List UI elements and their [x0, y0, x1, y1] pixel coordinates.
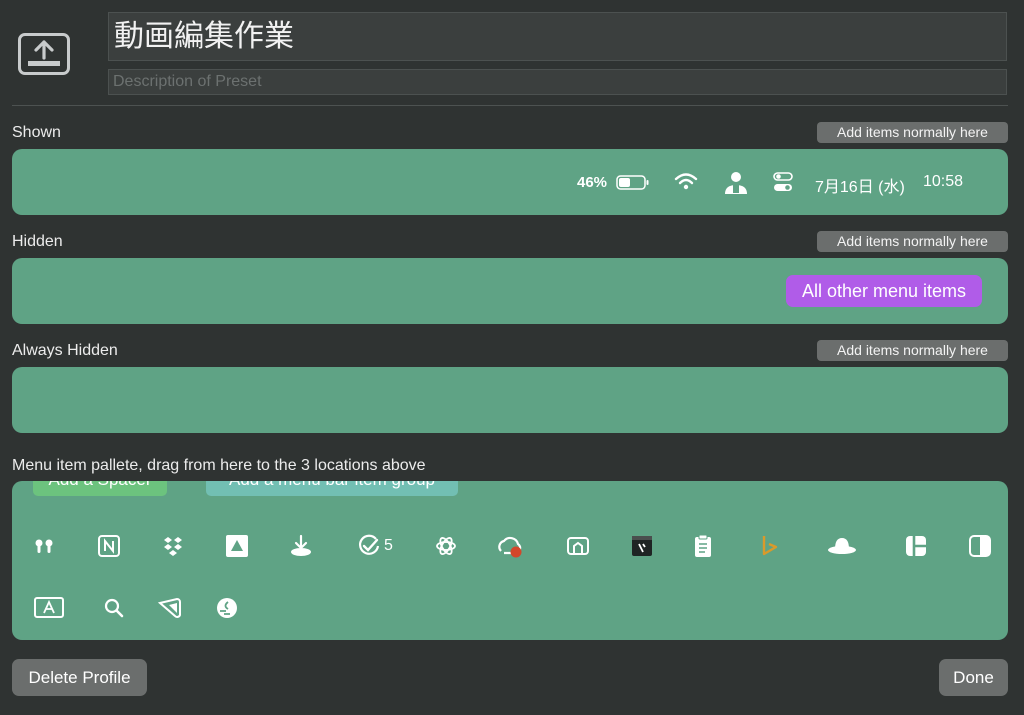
notion-icon[interactable] — [96, 533, 122, 559]
wifi-icon[interactable] — [674, 171, 698, 191]
upload-tray-icon[interactable] — [18, 33, 70, 75]
shown-add-items-button[interactable]: Add items normally here — [817, 122, 1008, 143]
date-label: 7月16日 (水) — [815, 179, 905, 196]
add-group-button[interactable]: Add a menu bar item group — [206, 481, 458, 496]
hat-icon[interactable] — [826, 531, 858, 561]
header-divider — [12, 105, 1008, 106]
hidden-add-items-button[interactable]: Add items normally here — [817, 231, 1008, 252]
profile-description-field[interactable]: Description of Preset — [108, 69, 1007, 95]
wedge-icon[interactable] — [157, 595, 183, 621]
half-panel-icon[interactable] — [967, 533, 993, 559]
spotlight-search-icon[interactable] — [101, 595, 127, 621]
profile-title-field[interactable]: 動画編集作業 — [108, 12, 1007, 61]
always-hidden-add-items-button[interactable]: Add items normally here — [817, 340, 1008, 361]
creative-cloud-icon[interactable] — [496, 533, 522, 559]
add-spacer-button[interactable]: Add a Spacer — [33, 481, 167, 496]
always-hidden-drop-zone[interactable] — [12, 367, 1008, 433]
google-drive-icon[interactable] — [224, 533, 250, 559]
input-source-icon[interactable] — [33, 595, 65, 621]
chatgpt-icon[interactable] — [433, 533, 459, 559]
battery-icon[interactable] — [616, 174, 650, 191]
airpods-icon[interactable] — [31, 533, 57, 559]
reminder-count: 5 — [384, 537, 393, 554]
checkmark-count-icon[interactable] — [356, 533, 382, 559]
all-other-menu-items-pill[interactable]: All other menu items — [786, 275, 982, 307]
menu-item-palette[interactable]: Add a Spacer Add a menu bar item group 5 — [12, 481, 1008, 640]
done-button[interactable]: Done — [939, 659, 1008, 696]
clipboard-icon[interactable] — [690, 533, 716, 559]
hidden-label: Hidden — [12, 233, 63, 250]
shown-drop-zone[interactable]: 46% 7月16日 (水) 10:58 — [12, 149, 1008, 215]
delete-profile-button[interactable]: Delete Profile — [12, 659, 147, 696]
dropbox-icon[interactable] — [160, 533, 186, 559]
layout-grid-icon[interactable] — [903, 533, 929, 559]
control-center-icon[interactable] — [773, 171, 793, 193]
download-tray-icon[interactable] — [288, 533, 314, 559]
always-hidden-label: Always Hidden — [12, 342, 118, 359]
screen-share-icon[interactable] — [565, 533, 591, 559]
battery-percent: 46% — [577, 174, 608, 191]
palette-label: Menu item pallete, drag from here to the… — [12, 457, 426, 474]
time-label: 10:58 — [923, 173, 964, 190]
bing-icon[interactable] — [757, 533, 783, 559]
globe-icon[interactable] — [214, 595, 240, 621]
user-icon[interactable] — [722, 168, 750, 196]
notes-app-icon[interactable] — [629, 533, 655, 559]
shown-label: Shown — [12, 124, 61, 141]
